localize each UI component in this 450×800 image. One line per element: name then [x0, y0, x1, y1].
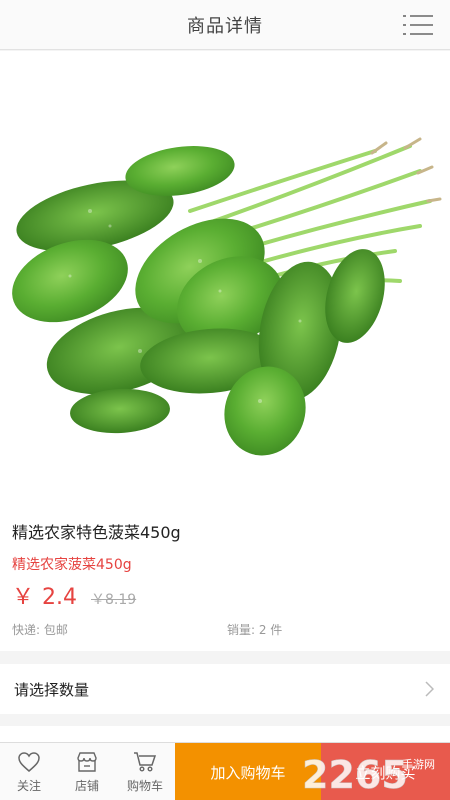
product-subtitle: 精选农家菠菜450g — [12, 557, 132, 573]
shop-label: 店铺 — [74, 778, 99, 793]
chevron-right-icon — [425, 681, 434, 697]
quantity-label: 请选择数量 — [14, 680, 90, 699]
price-row: ￥ 2.4 ￥8.19 — [12, 579, 136, 611]
quantity-selector[interactable]: 请选择数量 — [0, 664, 450, 714]
list-menu-icon[interactable] — [402, 14, 434, 36]
top-header: 商品详情 — [0, 0, 450, 50]
follow-label: 关注 — [16, 778, 41, 793]
shipping-info: 快递: 包邮 — [12, 623, 68, 637]
spinach-image — [12, 137, 442, 456]
current-price: 2.4 — [42, 585, 78, 610]
product-image — [0, 51, 450, 501]
product-name: 精选农家特色菠菜450g — [12, 523, 181, 542]
currency-symbol: ￥ — [12, 585, 35, 610]
cart-icon — [134, 751, 157, 772]
bottom-action-bar: 关注 店铺 购物车 加入购物车 立刻购买 — [0, 742, 450, 800]
sales-count: 销量: 2 件 — [227, 623, 283, 637]
spacer-strip — [0, 726, 450, 742]
shop-tab[interactable]: 店铺 — [58, 743, 116, 800]
original-price: ￥8.19 — [91, 592, 137, 608]
follow-tab[interactable]: 关注 — [0, 743, 58, 800]
cart-tab[interactable]: 购物车 — [116, 743, 174, 800]
store-icon — [77, 751, 97, 772]
product-info: 精选农家特色菠菜450g 精选农家菠菜450g ￥ 2.4 ￥8.19 快递: … — [0, 501, 450, 651]
buy-now-button[interactable]: 立刻购买 — [321, 743, 450, 800]
cart-label: 购物车 — [126, 778, 163, 793]
add-to-cart-button[interactable]: 加入购物车 — [175, 743, 321, 800]
page-title: 商品详情 — [187, 15, 263, 37]
heart-icon — [18, 751, 40, 772]
